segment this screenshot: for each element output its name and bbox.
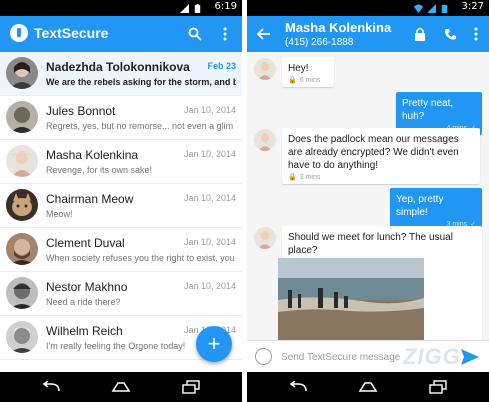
message-text: Yep, pretty simple!	[396, 194, 444, 218]
avatar	[6, 57, 38, 89]
search-icon[interactable]	[186, 25, 204, 43]
status-time: 3:27	[461, 1, 484, 12]
beach-photo[interactable]	[278, 258, 424, 340]
conversation-row-nadezhda[interactable]: Nadezhda Tolokonnikova Feb 23 We are the…	[0, 52, 242, 96]
battery-icon	[441, 4, 448, 13]
new-conversation-button[interactable]: +	[196, 326, 232, 362]
incoming-message[interactable]: Hey! 🔒 6 mins	[282, 57, 334, 87]
avatar	[6, 321, 38, 353]
status-icons	[414, 3, 449, 13]
send-icon[interactable]	[459, 346, 481, 368]
status-bar: 3:27	[247, 0, 489, 16]
avatar	[6, 233, 38, 265]
contact-name: Masha Kolenkina	[285, 20, 392, 35]
conversation-thread-screen: 3:27 Masha Kolenkina (415) 266-1888 Hey!…	[247, 0, 489, 402]
conversation-list-screen: 6:19 TextSecure Nadezhda Tolokonnikova F…	[0, 0, 242, 402]
conversation-row-nestor[interactable]: Nestor Makhno Jan 10, 2014 Need a ride t…	[0, 272, 242, 316]
avatar	[254, 58, 276, 80]
watermark-text: ZIGG	[403, 344, 461, 369]
contact-name: Wilhelm Reich	[46, 324, 123, 338]
overflow-menu-icon[interactable]	[467, 25, 485, 43]
message-snippet: Regrets, yes, but no remorse... not even…	[46, 121, 234, 131]
message-date: Jan 10, 2014	[183, 237, 236, 247]
conversation-row-clement[interactable]: Clement Duval Jan 10, 2014 When society …	[0, 228, 242, 272]
contact-name: Jules Bonnot	[46, 104, 116, 118]
home-nav-icon[interactable]	[106, 377, 136, 397]
home-nav-icon[interactable]	[353, 377, 383, 397]
message-date: Feb 23	[207, 61, 236, 71]
navigation-bar	[247, 372, 489, 402]
message-meta: 🔒 3 mins	[282, 172, 480, 184]
app-toolbar: TextSecure	[0, 16, 242, 52]
incoming-message[interactable]: Should we meet for lunch? The usual plac…	[278, 226, 482, 340]
avatar	[6, 277, 38, 309]
recents-nav-icon[interactable]	[423, 377, 453, 397]
textsecure-logo-icon	[10, 24, 28, 42]
avatar	[6, 189, 38, 221]
message-text: Hey!	[288, 63, 309, 74]
contact-name: Clement Duval	[46, 236, 125, 250]
lock-icon[interactable]	[411, 25, 429, 43]
back-arrow-icon[interactable]	[255, 25, 273, 43]
conversation-row-chairman[interactable]: Chairman Meow Jan 10, 2014 Meow!	[0, 184, 242, 228]
avatar	[6, 101, 38, 133]
lock-icon: 🔒	[288, 77, 297, 84]
navigation-bar	[0, 372, 242, 402]
message-snippet: Meow!	[46, 209, 73, 219]
emoji-icon[interactable]	[255, 348, 272, 365]
recents-nav-icon[interactable]	[176, 377, 206, 397]
message-text: Should we meet for lunch? The usual plac…	[288, 232, 453, 256]
message-date: Jan 10, 2014	[183, 149, 236, 159]
message-text: Does the padlock mean our messages are a…	[288, 134, 459, 171]
contact-name: Nadezhda Tolokonnikova	[46, 60, 190, 74]
message-date: Jan 10, 2014	[183, 281, 236, 291]
message-time: 3 mins	[299, 173, 321, 181]
back-nav-icon[interactable]	[36, 377, 66, 397]
lock-icon: 🔒	[288, 174, 297, 181]
avatar	[254, 129, 276, 151]
signal-icon	[427, 3, 436, 13]
message-time: 6 mins	[299, 76, 321, 84]
app-title: TextSecure	[34, 25, 109, 41]
conversation-toolbar: Masha Kolenkina (415) 266-1888	[247, 16, 489, 52]
avatar	[254, 227, 276, 249]
outgoing-message[interactable]: Yep, pretty simple! 3 mins ✓	[390, 188, 482, 231]
message-date: Jan 10, 2014	[183, 105, 236, 115]
contact-name: Nestor Makhno	[46, 280, 128, 294]
conversation-row-masha[interactable]: Masha Kolenkina Jan 10, 2014 Revenge, fo…	[0, 140, 242, 184]
conversation-list: Nadezhda Tolokonnikova Feb 23 We are the…	[0, 52, 242, 372]
avatar	[6, 145, 38, 177]
back-nav-icon[interactable]	[283, 377, 313, 397]
status-icons	[180, 3, 202, 13]
message-snippet: We are the rebels asking for the storm, …	[46, 77, 236, 87]
wifi-icon	[414, 3, 423, 13]
battery-icon	[194, 3, 201, 13]
contact-number: (415) 266-1888	[285, 37, 354, 48]
message-snippet: When society refuses you the right to ex…	[46, 253, 235, 263]
message-text: Pretty neat, huh?	[402, 98, 454, 122]
phone-call-icon[interactable]	[441, 25, 459, 43]
message-meta: 🔒 6 mins	[282, 75, 334, 87]
message-date: Jan 10, 2014	[183, 193, 236, 203]
signal-icon	[180, 3, 189, 13]
contact-name: Masha Kolenkina	[46, 148, 139, 162]
status-bar: 6:19	[0, 0, 242, 16]
message-snippet: Revenge, for its own sake!	[46, 165, 153, 175]
conversation-row-jules[interactable]: Jules Bonnot Jan 10, 2014 Regrets, yes, …	[0, 96, 242, 140]
incoming-message[interactable]: Does the padlock mean our messages are a…	[282, 128, 480, 184]
message-snippet: Need a ride there?	[46, 297, 121, 307]
status-time: 6:19	[214, 1, 237, 12]
message-thread: Hey! 🔒6 mins Pretty neat, huh? 4 mins✓ D…	[247, 52, 489, 340]
overflow-menu-icon[interactable]	[216, 25, 234, 43]
contact-name: Chairman Meow	[46, 192, 134, 206]
